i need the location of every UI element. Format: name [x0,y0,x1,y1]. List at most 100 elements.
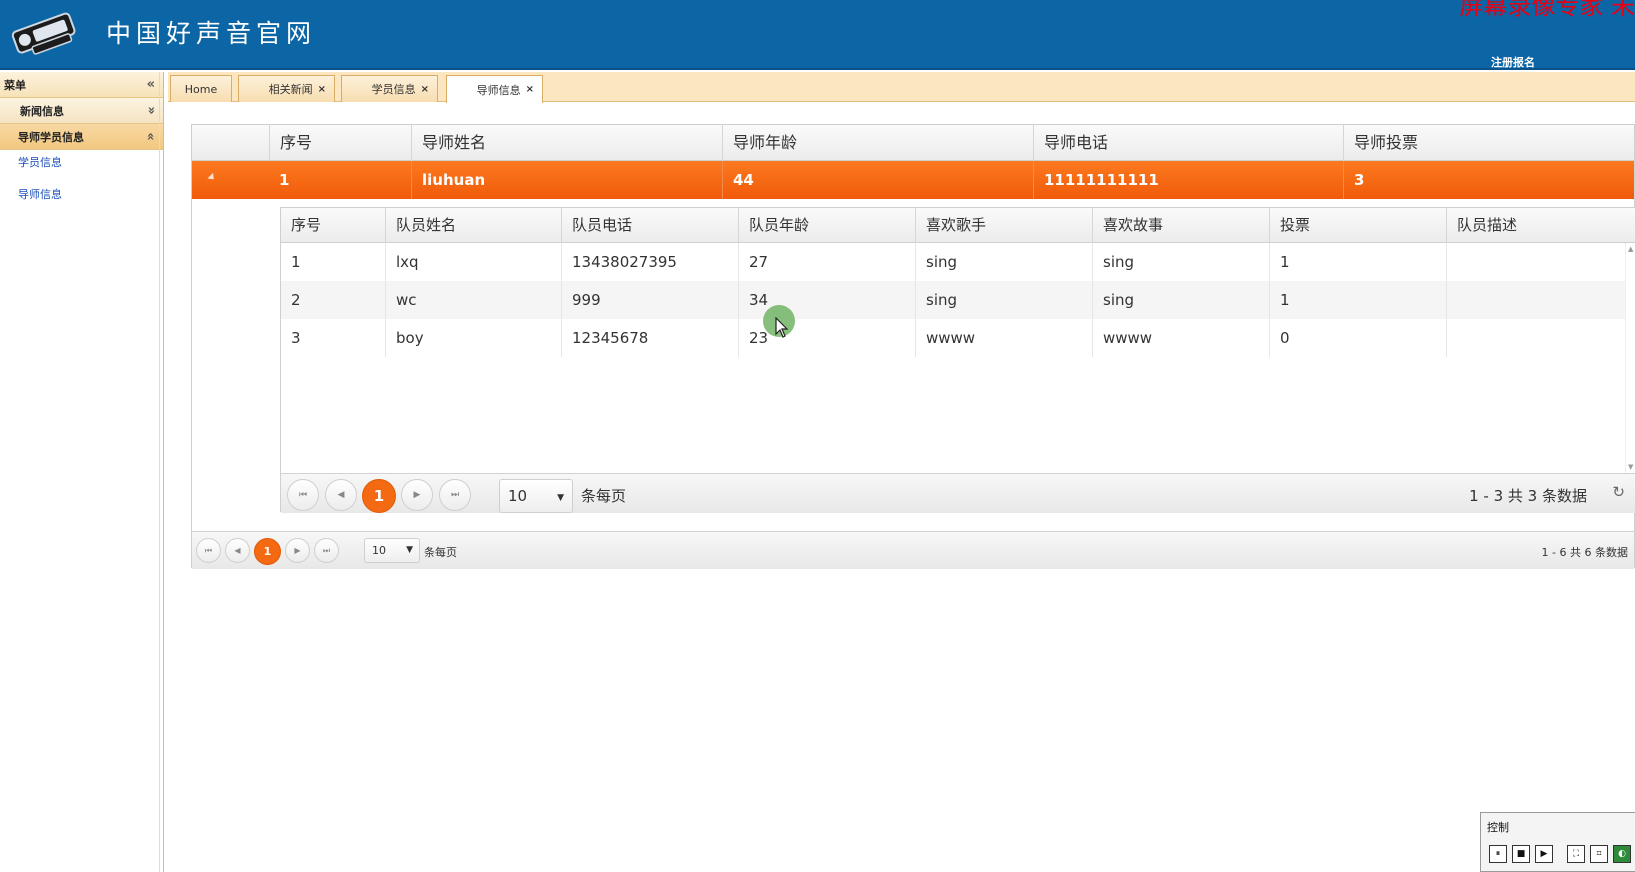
page-size-value: 10 [372,544,386,557]
sidebar: 菜单 « 新闻信息 » 导师学员信息 » 学员信息 导师信息 [0,72,164,872]
column-header[interactable]: 序号 [281,208,385,243]
recorder-control-panel: 控制 ⏸ ■ ▶ ⛶ ⌗ ◐ [1480,812,1635,872]
region-icon[interactable]: ⌗ [1590,845,1608,863]
chevron-down-icon: » [143,106,159,115]
table-row[interactable]: 1 lxq 13438027395 27 sing sing 1 [281,243,1635,281]
table-cell: lxq [385,243,561,281]
column-header[interactable]: 导师电话 [1033,125,1343,161]
fullscreen-icon[interactable]: ⛶ [1567,845,1585,863]
vertical-scrollbar[interactable]: ▲ ▼ [1625,243,1635,473]
site-title: 中国好声音官网 [106,19,317,48]
sidebar-section-mentor-student[interactable]: 导师学员信息 » [0,124,163,150]
table-cell: wc [385,281,561,319]
page-size-select[interactable]: 10 ▼ [499,479,573,513]
chevron-up-icon: » [143,132,159,141]
column-header[interactable]: 喜欢歌手 [915,208,1092,243]
close-icon[interactable]: × [421,84,429,95]
table-row-selected[interactable]: 1 liuhuan 44 11111111111 3 [192,161,1634,199]
tab-related-news[interactable]: 相关新闻 × [238,75,335,102]
table-row[interactable]: 3 boy 12345678 23 wwww wwww 0 [281,319,1635,357]
scroll-up-icon[interactable]: ▲ [1628,245,1633,253]
column-header[interactable]: 导师姓名 [411,125,722,161]
table-cell: 2 [291,291,301,309]
first-page-icon[interactable]: ⏮ [196,538,221,563]
table-cell: 11111111111 [1033,161,1343,199]
scroll-down-icon[interactable]: ▼ [1628,463,1633,471]
table-cell: sing [1092,243,1269,281]
tab-label: Home [184,82,218,96]
tab-mentor-info[interactable]: 导师信息 × [446,75,543,103]
sidebar-section-news[interactable]: 新闻信息 » [0,98,163,124]
current-page-button[interactable]: 1 [254,538,281,565]
team-member-grid-header: 序号 队员姓名 队员电话 队员年龄 喜欢歌手 喜欢故事 投票 队员描述 [281,208,1635,243]
column-header[interactable]: 导师投票 [1343,125,1635,161]
pause-icon[interactable]: ⏸ [1489,845,1507,863]
stop-icon[interactable]: ■ [1512,845,1530,863]
close-icon[interactable]: × [526,84,534,95]
table-cell: 1 [1269,281,1446,319]
column-header[interactable]: 队员电话 [561,208,738,243]
tab-strip: Home 相关新闻 × 学员信息 × 导师信息 × [168,72,1635,103]
column-header[interactable]: 队员年龄 [738,208,915,243]
tab-label: 学员信息 [371,83,416,96]
play-icon[interactable]: ▶ [1535,845,1553,863]
column-header[interactable]: 喜欢故事 [1092,208,1269,243]
sidebar-menu-title: 菜单 [4,78,26,92]
column-header[interactable]: 序号 [269,125,411,161]
prev-page-icon[interactable]: ◀ [225,538,250,563]
per-page-label: 条每页 [581,487,627,505]
table-cell: sing [915,281,1092,319]
control-panel-title: 控制 [1487,821,1509,834]
page-size-select[interactable]: 10 ▼ [364,538,420,563]
table-row[interactable]: 2 wc 999 34 sing sing 1 [281,281,1635,319]
table-cell: 3 [291,329,301,347]
pager-info: 1 - 6 共 6 条数据 [1541,546,1628,559]
table-cell: 3 [1343,161,1635,199]
mentor-pager: ⏮ ◀ 1 ▶ ⏭ 10 ▼ 条每页 1 - 6 共 6 条数据 [192,531,1634,569]
column-header[interactable]: 队员姓名 [385,208,561,243]
sidebar-menu-header: 菜单 « [0,72,163,98]
table-cell: 12345678 [561,319,738,357]
recorder-watermark: 屏幕录像专家 未 [1459,0,1635,20]
table-cell: liuhuan [411,161,722,199]
sidebar-item-mentor-info[interactable]: 导师信息 [0,182,163,214]
current-page-button[interactable]: 1 [362,479,396,513]
tab-home[interactable]: Home [170,75,232,102]
table-cell: wwww [915,319,1092,357]
sidebar-section-label: 导师学员信息 [18,130,84,144]
per-page-label: 条每页 [424,546,457,559]
collapse-sidebar-icon[interactable]: « [147,77,155,92]
globe-icon[interactable]: ◐ [1613,845,1631,863]
table-cell [1446,243,1626,281]
table-cell [1446,281,1626,319]
table-cell: 27 [738,243,915,281]
table-cell: wwww [1092,319,1269,357]
sidebar-item-student-info[interactable]: 学员信息 [0,150,163,182]
prev-page-icon[interactable]: ◀ [325,479,357,511]
close-icon[interactable]: × [318,84,326,95]
team-member-pager: ⏮ ◀ 1 ▶ ⏭ 10 ▼ 条每页 1 - 3 共 3 条数据 ↻ [281,473,1635,513]
refresh-icon[interactable]: ↻ [1612,483,1625,501]
column-header[interactable]: 导师年龄 [722,125,1033,161]
mentor-grid-header: 序号 导师姓名 导师年龄 导师电话 导师投票 [192,125,1634,161]
column-header[interactable]: 投票 [1269,208,1446,243]
collapse-row-icon[interactable] [207,172,217,183]
table-cell: 1 [291,253,301,271]
tab-student-info[interactable]: 学员信息 × [341,75,438,102]
voice-of-china-logo-icon [8,8,80,60]
table-cell: 1 [279,171,290,189]
chevron-down-icon: ▼ [406,545,413,555]
table-cell: sing [1092,281,1269,319]
pager-info: 1 - 3 共 3 条数据 [1469,487,1587,505]
first-page-icon[interactable]: ⏮ [287,479,319,511]
table-cell: 44 [722,161,1033,199]
table-cell: 999 [561,281,738,319]
column-header[interactable]: 队员描述 [1446,208,1626,243]
last-page-icon[interactable]: ⏭ [439,479,471,511]
register-link[interactable]: 注册报名 [1491,54,1535,70]
table-cell [1446,319,1626,357]
page-size-value: 10 [508,487,528,505]
last-page-icon[interactable]: ⏭ [314,538,339,563]
next-page-icon[interactable]: ▶ [401,479,433,511]
next-page-icon[interactable]: ▶ [285,538,310,563]
